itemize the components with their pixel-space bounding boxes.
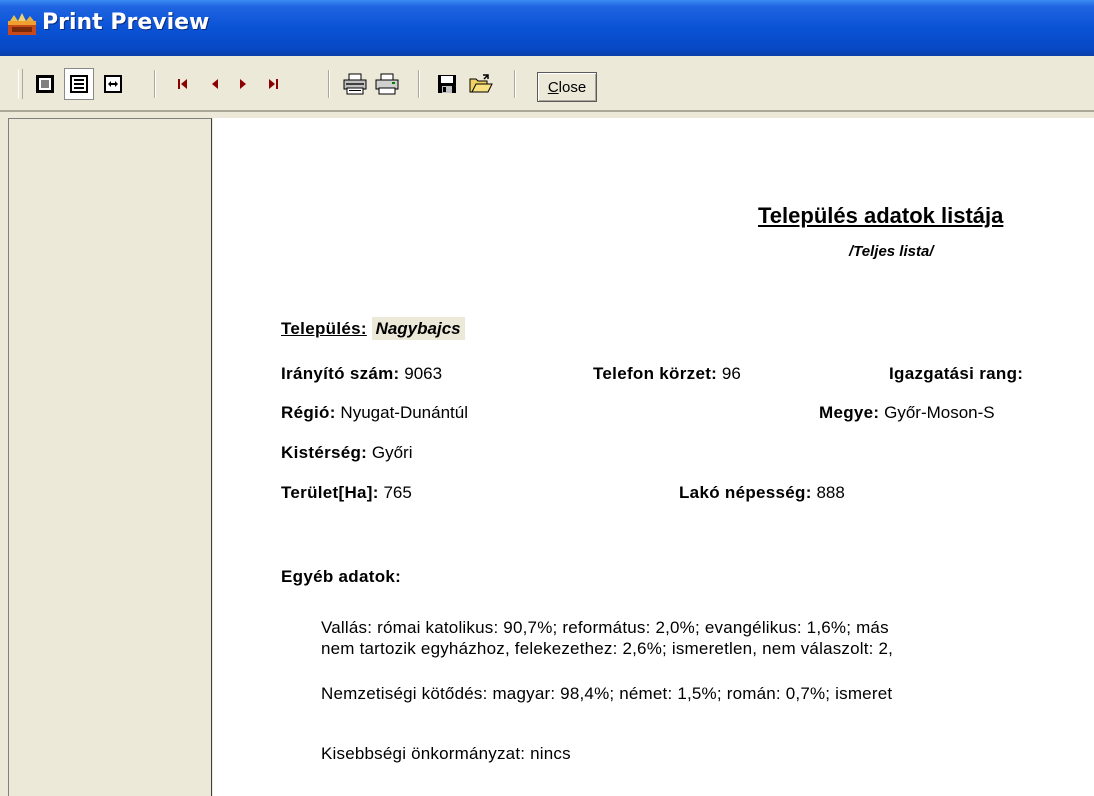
two-page-view-button[interactable]	[64, 68, 94, 100]
regio-field: Régió: Nyugat-Dunántúl	[281, 403, 468, 423]
iranyito-value: 9063	[404, 364, 443, 383]
next-page-button[interactable]	[228, 68, 258, 100]
telefon-value: 96	[721, 364, 741, 383]
next-page-icon	[240, 79, 246, 89]
iranyito-field: Irányító szám: 9063	[281, 364, 442, 384]
preview-left-pane	[8, 118, 212, 796]
megye-field: Megye: Győr-Moson-S	[819, 403, 995, 423]
report-title: Település adatok listája	[758, 203, 1004, 228]
toolbar-separator	[328, 70, 330, 98]
megye-label: Megye:	[819, 403, 880, 422]
iranyito-label: Irányító szám:	[281, 364, 400, 383]
print-setup-button[interactable]	[340, 68, 370, 100]
kisterseg-label: Kistérség:	[281, 443, 368, 462]
two-page-view-icon	[70, 75, 88, 93]
app-icon	[8, 13, 36, 35]
toolbar-separator	[418, 70, 420, 98]
previous-page-icon	[212, 79, 218, 89]
print-icon	[375, 73, 399, 95]
zoom-fit-icon	[104, 75, 122, 93]
lako-label: Lakó népesség:	[679, 483, 812, 502]
toolbar-separator	[154, 70, 156, 98]
lako-value: 888	[816, 483, 845, 502]
one-page-view-icon	[36, 75, 54, 93]
save-icon	[438, 75, 456, 93]
first-page-icon	[178, 79, 187, 89]
terulet-field: Terület[Ha]: 765	[281, 483, 412, 503]
one-page-view-button[interactable]	[30, 68, 60, 100]
egyeb-heading: Egyéb adatok:	[281, 567, 402, 586]
telepules-label: Település:	[281, 319, 367, 338]
title-bar[interactable]: Print Preview	[0, 0, 1094, 56]
kisebbsegi-text: Kisebbségi önkormányzat: nincs	[321, 744, 571, 763]
zoom-fit-button[interactable]	[98, 68, 128, 100]
first-page-button[interactable]	[168, 68, 198, 100]
regio-value: Nyugat-Dunántúl	[340, 403, 468, 422]
terulet-label: Terület[Ha]:	[281, 483, 379, 502]
nemzetisegi-text: Nemzetiségi kötődés: magyar: 98,4%; néme…	[321, 684, 893, 703]
toolbar: Close	[0, 56, 1094, 112]
open-icon	[469, 74, 493, 93]
print-setup-icon	[343, 73, 367, 95]
close-button[interactable]: Close	[537, 72, 597, 102]
telefon-field: Telefon körzet: 96	[593, 364, 741, 384]
vallas-line-1: Vallás: római katolikus: 90,7%; reformát…	[321, 618, 889, 637]
telepules-row: Település: Nagybajcs	[281, 317, 465, 340]
igazgatasi-field: Igazgatási rang:	[889, 364, 1023, 384]
kisterseg-value: Győri	[371, 443, 413, 462]
print-button[interactable]	[372, 68, 402, 100]
lako-field: Lakó népesség: 888	[679, 483, 845, 503]
telepules-value: Nagybajcs	[371, 317, 465, 340]
close-label: lose	[558, 78, 587, 96]
open-button[interactable]	[466, 68, 496, 100]
vallas-line-2: nem tartozik egyházhoz, felekezethez: 2,…	[321, 639, 894, 658]
megye-value: Győr-Moson-S	[884, 403, 995, 422]
toolbar-separator	[514, 70, 516, 98]
previous-page-button[interactable]	[200, 68, 230, 100]
igazgatasi-label: Igazgatási rang:	[889, 364, 1024, 383]
save-button[interactable]	[432, 68, 462, 100]
close-mnemonic: C	[547, 78, 559, 96]
telefon-label: Telefon körzet:	[593, 364, 718, 383]
kisterseg-field: Kistérség: Győri	[281, 443, 413, 463]
report-subtitle: /Teljes lista/	[849, 243, 934, 260]
window-title: Print Preview	[42, 10, 210, 35]
last-page-icon	[269, 79, 278, 89]
terulet-value: 765	[383, 483, 412, 502]
toolbar-grip[interactable]	[18, 69, 23, 99]
last-page-button[interactable]	[258, 68, 288, 100]
regio-label: Régió:	[281, 403, 336, 422]
report-page[interactable]: Település adatok listája /Teljes lista/ …	[213, 118, 1094, 796]
